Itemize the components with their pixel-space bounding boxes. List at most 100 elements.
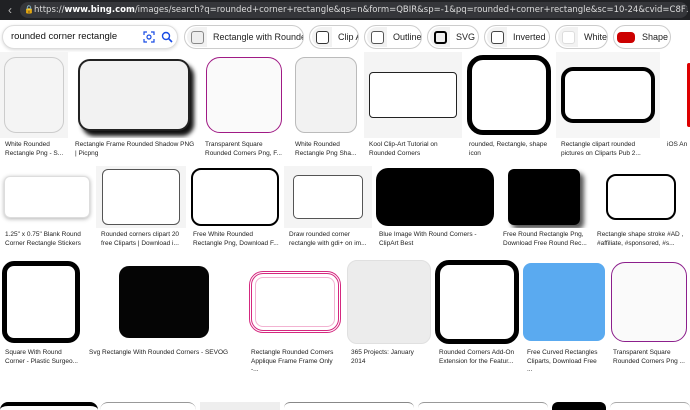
- result-tile[interactable]: 365 Projects: January 2014: [346, 258, 432, 368]
- thumbnail-shape: [4, 57, 64, 133]
- result-tile[interactable]: [284, 402, 414, 410]
- result-tile[interactable]: 1.25" x 0.75" Blank Round Corner Rectang…: [0, 166, 94, 256]
- result-caption: Free Round Rectangle Png, Download Free …: [503, 231, 587, 247]
- result-caption: Rounded corners clipart 20 free Cliparts…: [101, 231, 180, 247]
- result-tile[interactable]: Free Curved Rectangles Cliparts, Downloa…: [522, 258, 606, 373]
- result-tile[interactable]: Rectangle clipart rounded pictures on Cl…: [556, 52, 660, 162]
- chip-shape[interactable]: Shape: [613, 25, 671, 49]
- result-tile[interactable]: Square With Round Corner - Plastic Surge…: [0, 258, 82, 368]
- result-image: [374, 166, 496, 228]
- result-image: [0, 402, 98, 410]
- url-prefix: https://: [34, 5, 65, 15]
- thumbnail-shape: [561, 67, 655, 123]
- result-tile[interactable]: [418, 402, 548, 410]
- search-input[interactable]: rounded corner rectangle: [2, 25, 178, 49]
- result-tile[interactable]: Rounded Corners Add-On Extension for the…: [434, 258, 520, 368]
- result-tile[interactable]: Free White Rounded Rectangle Png, Downlo…: [188, 166, 282, 256]
- result-image: [556, 52, 660, 138]
- thumbnail-shape: [376, 168, 494, 226]
- chip-thumbnail: [312, 27, 332, 47]
- result-image: [200, 402, 280, 410]
- result-image: [498, 166, 590, 228]
- thumbnail-shape: [467, 55, 551, 135]
- thumbnail-shape: [206, 57, 282, 133]
- result-image: [84, 258, 244, 346]
- search-icon[interactable]: [161, 31, 173, 43]
- result-caption: Transparent Square Rounded Corners Png .…: [613, 349, 685, 365]
- result-tile[interactable]: Kool Clip-Art Tutorial on Rounded Corner…: [364, 52, 462, 162]
- result-tile[interactable]: [0, 402, 98, 410]
- result-tile[interactable]: Rounded corners clipart 20 free Cliparts…: [96, 166, 186, 256]
- result-tile[interactable]: White Rounded Rectangle Png Sha...: [290, 52, 362, 162]
- chip-inverted[interactable]: Inverted: [484, 25, 550, 49]
- visual-search-icon[interactable]: [143, 31, 155, 43]
- chip-label: White: [584, 32, 608, 42]
- result-tile[interactable]: iOS Animation: [662, 52, 690, 162]
- result-tile[interactable]: Svg Rectangle With Rounded Corners - SEV…: [84, 258, 244, 368]
- result-image: [610, 402, 690, 410]
- url-field[interactable]: 🔒 https://www.bing.com/images/search?q=r…: [20, 2, 688, 18]
- result-tile[interactable]: Rectangle Frame Rounded Shadow PNG | Pic…: [70, 52, 198, 162]
- result-image: [418, 402, 548, 410]
- thumbnail-shape: [119, 266, 209, 338]
- chip-mirror[interactable]: Rectangle with Rounded Corners Mirror: [184, 25, 304, 49]
- url-path: /images/search?q=rounded+corner+rectangl…: [134, 5, 688, 15]
- thumbnail-shape: [295, 57, 357, 133]
- chip-thumbnail: [487, 27, 507, 47]
- chip-label: Clip Art: [338, 32, 358, 42]
- result-image: [464, 52, 554, 138]
- result-image: [284, 166, 372, 228]
- result-tile[interactable]: Rectangle Rounded Corners Applique Frame…: [246, 258, 344, 373]
- thumbnail-shape: [4, 176, 90, 218]
- chip-white[interactable]: White: [555, 25, 608, 49]
- chip-thumbnail: [430, 27, 450, 47]
- result-image: [346, 258, 432, 346]
- chip-outline[interactable]: Outline: [364, 25, 422, 49]
- result-tile[interactable]: Transparent Square Rounded Corners Png, …: [200, 52, 288, 162]
- chip-svg[interactable]: SVG: [427, 25, 479, 49]
- result-tile[interactable]: White Rounded Rectangle Png - S...: [0, 52, 68, 162]
- chip-clip-art[interactable]: Clip Art: [309, 25, 359, 49]
- chip-thumbnail: [616, 27, 636, 47]
- back-icon[interactable]: ‹: [0, 3, 20, 17]
- chip-thumbnail: [367, 27, 387, 47]
- result-caption: 365 Projects: January 2014: [351, 349, 414, 365]
- result-caption: Transparent Square Rounded Corners Png, …: [205, 141, 282, 157]
- result-image: [592, 166, 690, 228]
- result-tile[interactable]: [100, 402, 196, 410]
- result-tile[interactable]: rounded, Rectangle, shape icon: [464, 52, 554, 162]
- result-image: [188, 166, 282, 228]
- thumbnail-shape: [347, 260, 431, 344]
- result-tile[interactable]: Free Round Rectangle Png, Download Free …: [498, 166, 590, 256]
- chip-label: Shape: [642, 32, 669, 42]
- result-image: [552, 402, 606, 410]
- thumbnail-shape: [191, 168, 279, 226]
- result-image: [290, 52, 362, 138]
- result-tile[interactable]: Transparent Square Rounded Corners Png .…: [608, 258, 690, 368]
- result-tile[interactable]: Blue Image With Round Corners - ClipArt …: [374, 166, 496, 256]
- result-image: [100, 402, 196, 410]
- result-image: [70, 52, 198, 138]
- result-tile[interactable]: Rectangle shape stroke #AD , #affiliate,…: [592, 166, 690, 256]
- result-caption: White Rounded Rectangle Png - S...: [5, 141, 64, 157]
- thumbnail-shape: [611, 262, 687, 342]
- chip-thumbnail: [558, 27, 578, 47]
- result-tile[interactable]: [610, 402, 690, 410]
- thumbnail-shape: [435, 260, 519, 344]
- result-tile[interactable]: Draw rounded corner rectangle with gdi+ …: [284, 166, 372, 256]
- url-host: www.bing.com: [64, 5, 135, 15]
- result-caption: Square With Round Corner - Plastic Surge…: [5, 349, 78, 365]
- result-caption: Rectangle clipart rounded pictures on Cl…: [561, 141, 641, 157]
- result-caption: Free Curved Rectangles Cliparts, Downloa…: [527, 349, 598, 373]
- result-caption: rounded, Rectangle, shape icon: [469, 141, 548, 157]
- lock-icon: 🔒: [24, 5, 34, 14]
- browser-address-bar: ‹ 🔒 https://www.bing.com/images/search?q…: [0, 0, 690, 20]
- result-tile[interactable]: [200, 402, 280, 410]
- result-tile[interactable]: [552, 402, 606, 410]
- result-image: [0, 166, 94, 228]
- result-image: [662, 52, 690, 138]
- result-image: [434, 258, 520, 346]
- result-caption: Draw rounded corner rectangle with gdi+ …: [289, 231, 367, 247]
- result-image: [522, 258, 606, 346]
- result-caption: Rounded Corners Add-On Extension for the…: [439, 349, 515, 365]
